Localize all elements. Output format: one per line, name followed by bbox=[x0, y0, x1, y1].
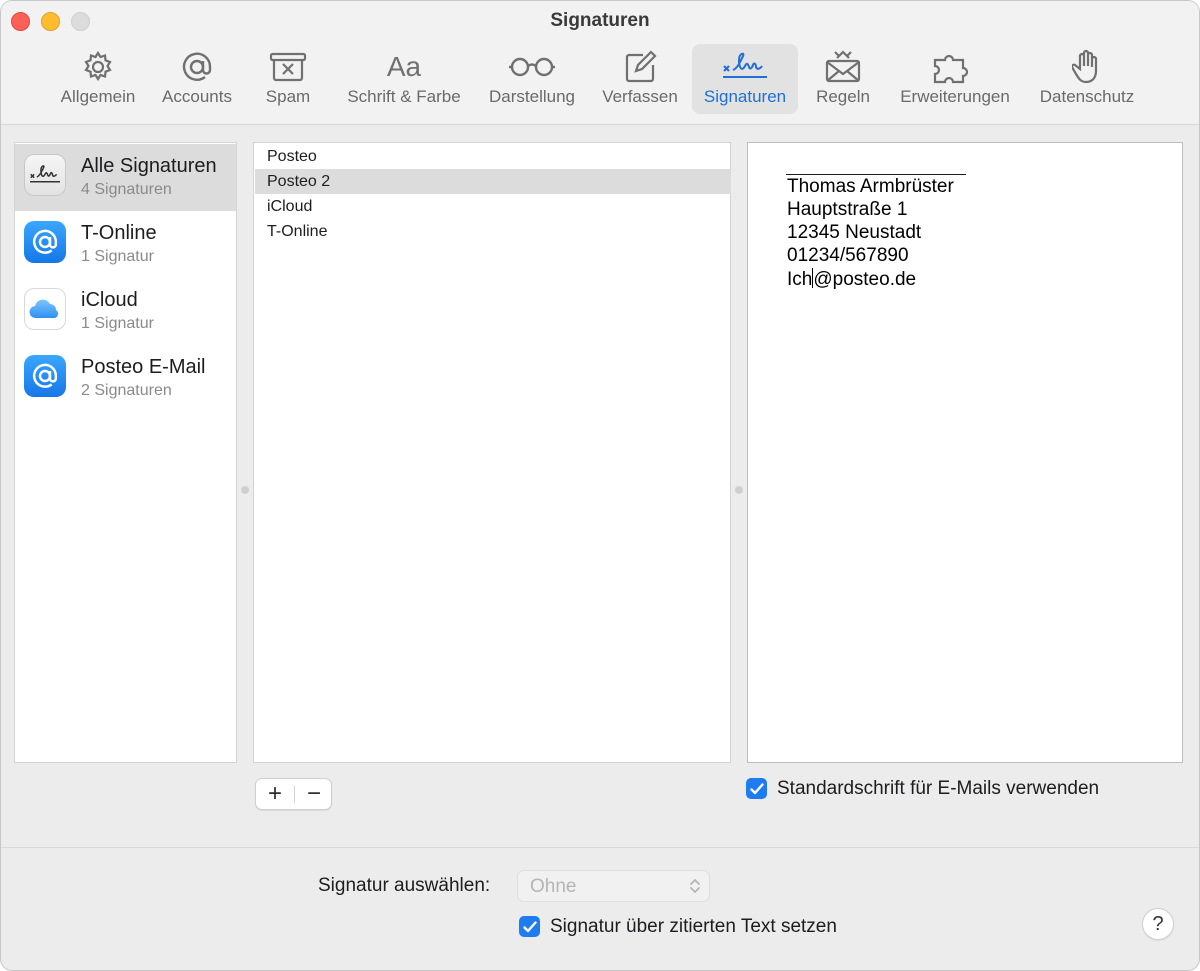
compose-icon bbox=[594, 50, 686, 84]
signature-editor[interactable]: Thomas Armbrüster Hauptstraße 1 12345 Ne… bbox=[747, 142, 1183, 763]
preferences-window: Signaturen Allgemein Accounts Spam Aa Sc… bbox=[0, 0, 1200, 971]
signature-row[interactable]: Posteo 2 bbox=[255, 169, 731, 194]
signature-icon bbox=[692, 50, 798, 84]
signature-text-line: 12345 Neustadt bbox=[787, 222, 922, 243]
toolbar-label: Erweiterungen bbox=[900, 87, 1010, 106]
account-row-t-online[interactable]: T-Online 1 Signatur bbox=[15, 211, 236, 278]
toolbar-label: Allgemein bbox=[60, 87, 136, 106]
title-bar: Signaturen Allgemein Accounts Spam Aa Sc… bbox=[1, 1, 1199, 125]
at-icon bbox=[24, 355, 66, 397]
checkmark-icon bbox=[749, 782, 764, 794]
signature-row[interactable]: iCloud bbox=[255, 194, 731, 219]
signature-row[interactable]: Posteo bbox=[255, 144, 731, 169]
account-row-alle-signaturen[interactable]: Alle Signaturen 4 Signaturen bbox=[15, 144, 236, 211]
split-handle[interactable] bbox=[241, 486, 249, 494]
toolbar-datenschutz[interactable]: Datenschutz bbox=[1028, 44, 1146, 114]
above-quoted-checkbox[interactable] bbox=[519, 916, 540, 937]
glasses-icon bbox=[480, 50, 584, 84]
toolbar-accounts[interactable]: Accounts bbox=[151, 44, 243, 114]
toolbar-label: Darstellung bbox=[489, 87, 575, 106]
account-name: Posteo E-Mail bbox=[81, 356, 206, 378]
default-font-label: Standardschrift für E-Mails verwenden bbox=[777, 778, 1100, 799]
email-text-after-caret: @posteo.de bbox=[813, 269, 917, 290]
signature-text-line: 01234/567890 bbox=[787, 245, 909, 266]
account-name: T-Online bbox=[81, 222, 157, 244]
add-remove-control: + − bbox=[255, 778, 332, 810]
signature-text-line: Hauptstraße 1 bbox=[787, 199, 908, 220]
account-signature-count: 4 Signaturen bbox=[81, 181, 172, 198]
icloud-icon bbox=[24, 288, 66, 330]
font-icon: Aa bbox=[386, 51, 422, 82]
account-row-posteo[interactable]: Posteo E-Mail 2 Signaturen bbox=[15, 345, 236, 412]
rules-envelope-icon bbox=[806, 50, 880, 84]
toolbar-label: Accounts bbox=[162, 87, 232, 106]
checkmark-icon bbox=[522, 920, 537, 932]
toolbar-label: Schrift & Farbe bbox=[347, 87, 461, 106]
help-button[interactable]: ? bbox=[1142, 908, 1174, 940]
window-title: Signaturen bbox=[550, 10, 650, 31]
updown-chevron-icon bbox=[690, 879, 700, 893]
toolbar-label: Verfassen bbox=[602, 87, 678, 106]
account-signature-count: 1 Signatur bbox=[81, 248, 154, 265]
remove-signature-button[interactable]: − bbox=[295, 779, 333, 809]
signature-email-line: Ich@posteo.de bbox=[787, 268, 916, 291]
junk-tray-icon bbox=[253, 50, 323, 84]
account-row-icloud[interactable]: iCloud 1 Signatur bbox=[15, 278, 236, 345]
toolbar-label: Regeln bbox=[816, 87, 870, 106]
gear-icon bbox=[51, 50, 145, 84]
toolbar-spam[interactable]: Spam bbox=[253, 44, 323, 114]
account-signature-count: 2 Signaturen bbox=[81, 382, 172, 399]
toolbar-label: Signaturen bbox=[703, 87, 787, 106]
default-font-checkbox[interactable] bbox=[746, 778, 767, 799]
split-handle[interactable] bbox=[735, 486, 743, 494]
select-value: Ohne bbox=[530, 876, 577, 897]
account-name: Alle Signaturen bbox=[81, 155, 217, 177]
toolbar-regeln[interactable]: Regeln bbox=[806, 44, 880, 114]
toolbar-allgemein[interactable]: Allgemein bbox=[51, 44, 145, 114]
section-divider bbox=[1, 847, 1199, 848]
toolbar-label: Spam bbox=[265, 87, 311, 106]
puzzle-icon bbox=[890, 50, 1020, 84]
at-icon bbox=[24, 221, 66, 263]
signature-icon bbox=[24, 154, 66, 196]
toolbar-darstellung[interactable]: Darstellung bbox=[480, 44, 584, 114]
signature-list: Posteo Posteo 2 iCloud T-Online bbox=[253, 142, 731, 763]
signature-row[interactable]: T-Online bbox=[255, 219, 731, 244]
signature-separator-line bbox=[786, 174, 966, 175]
toolbar-label: Datenschutz bbox=[1039, 87, 1135, 106]
account-signature-count: 1 Signatur bbox=[81, 315, 154, 332]
toolbar-schrift-farbe[interactable]: Aa Schrift & Farbe bbox=[337, 44, 471, 114]
account-name: iCloud bbox=[81, 289, 138, 311]
email-text-before-caret: Ich bbox=[787, 269, 813, 290]
signature-text-line: Thomas Armbrüster bbox=[787, 176, 954, 197]
choose-signature-label: Signatur auswählen: bbox=[318, 875, 491, 896]
toolbar-verfassen[interactable]: Verfassen bbox=[594, 44, 686, 114]
add-signature-button[interactable]: + bbox=[256, 779, 294, 809]
at-icon bbox=[151, 50, 243, 84]
toolbar-signaturen[interactable]: Signaturen bbox=[692, 44, 798, 114]
hand-icon bbox=[1028, 49, 1146, 84]
accounts-list: Alle Signaturen 4 Signaturen T-Online 1 … bbox=[14, 142, 237, 763]
above-quoted-label: Signatur über zitierten Text setzen bbox=[550, 916, 837, 937]
choose-signature-select[interactable]: Ohne bbox=[517, 870, 710, 902]
toolbar-erweiterungen[interactable]: Erweiterungen bbox=[890, 44, 1020, 114]
